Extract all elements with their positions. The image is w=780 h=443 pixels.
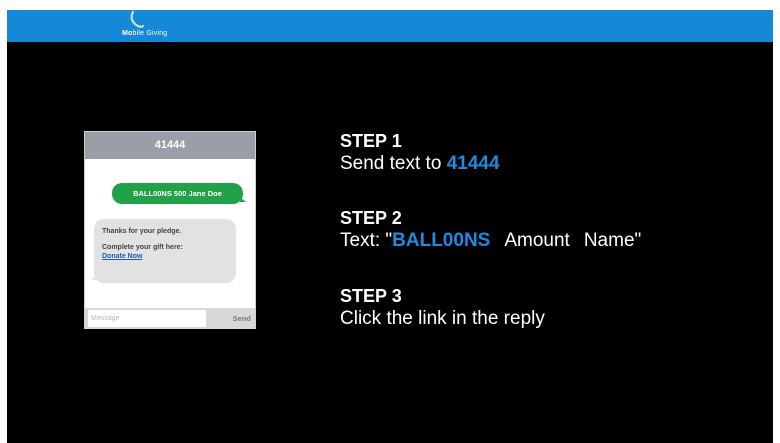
short-code: 41444 <box>446 153 500 174</box>
step-3: STEP 3 Click the link in the reply <box>340 285 545 331</box>
phone-mockup: 41444 BALL00NS 500 Jane Doe Thanks for y… <box>84 131 256 329</box>
reply-message-bubble: Thanks for your pledge. Complete your gi… <box>91 219 236 283</box>
step-1-text: Send text to 41444 <box>340 153 500 174</box>
step-3-text: Click the link in the reply <box>340 308 545 329</box>
message-input[interactable] <box>88 310 206 327</box>
step-2: STEP 2 Text: "BALL00NS Amount Name" <box>340 207 641 253</box>
keyword: BALL00NS <box>392 230 491 251</box>
compose-bar: Send <box>85 308 255 329</box>
top-bar: Mobile Giving <box>7 10 773 42</box>
reply-text-complete: Complete your gift here: <box>102 244 183 251</box>
phone-number-header: 41444 <box>85 132 255 159</box>
phone-swoosh-icon <box>130 11 145 28</box>
step-2-text: Text: "BALL00NS Amount Name" <box>340 230 642 251</box>
step-3-title: STEP 3 <box>340 286 402 306</box>
step-2-title: STEP 2 <box>340 208 402 228</box>
step-1-title: STEP 1 <box>340 131 402 151</box>
donate-now-link[interactable]: Donate Now <box>102 252 228 261</box>
send-button[interactable]: Send <box>233 308 251 329</box>
logo: Mobile Giving <box>122 11 167 41</box>
slide: Mobile Giving 41444 BALL00NS 500 Jane Do… <box>7 10 773 443</box>
outgoing-message-bubble: BALL00NS 500 Jane Doe <box>112 183 246 204</box>
reply-text-thanks: Thanks for your pledge. <box>102 228 182 235</box>
step-1: STEP 1 Send text to 41444 <box>340 130 500 176</box>
logo-text: Mobile Giving <box>122 30 168 37</box>
